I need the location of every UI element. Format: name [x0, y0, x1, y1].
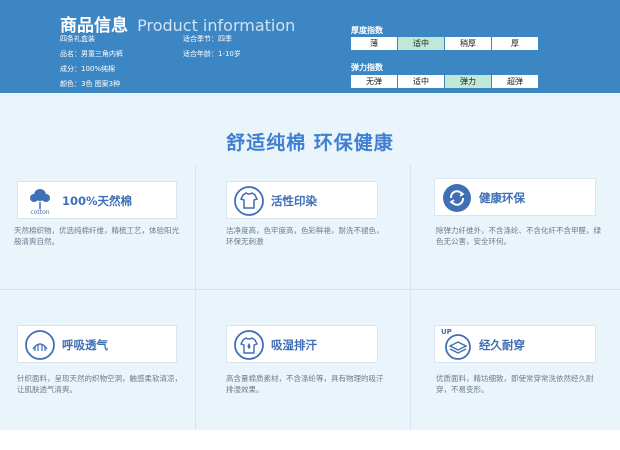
layers-icon: UP	[441, 328, 473, 361]
spec-season: 适合季节：四季	[183, 35, 232, 43]
bottom-strip	[0, 430, 620, 450]
feature-desc: 除弹力纤维外，不含涤纶、不含化纤不含甲醛，绿色无公害，安全环何。	[436, 226, 601, 246]
thickness-option: 稍厚	[445, 37, 491, 50]
feature-title: 经久耐穿	[479, 338, 525, 352]
thickness-option: 薄	[351, 37, 397, 50]
title-english: Product information	[137, 16, 296, 35]
feature-title: 健康环保	[479, 191, 525, 205]
feature-title: 100%天然棉	[62, 194, 133, 208]
cotton-icon: cotton	[24, 185, 56, 217]
feature-desc: 天然棉织物，优选纯棉纤维，精梳工艺，体验阳光般清爽自然。	[14, 226, 179, 246]
thickness-label: 厚度指数	[351, 26, 383, 35]
tshirt-icon	[233, 185, 265, 217]
feature-card-durable: UP 经久耐穿	[434, 325, 596, 363]
thickness-option: 厚	[492, 37, 538, 50]
breathable-icon	[24, 329, 56, 361]
thickness-scale: 薄适中 稍厚厚	[351, 37, 539, 50]
grid-divider-horizontal	[0, 289, 620, 290]
grid-divider-vertical-1	[195, 165, 196, 430]
moisture-icon	[233, 329, 265, 361]
recycle-icon	[441, 182, 473, 214]
spec-colors: 颜色：3色 图案3种	[60, 80, 121, 88]
thickness-option: 适中	[398, 37, 444, 50]
feature-card-eco: 健康环保	[434, 178, 596, 216]
cotton-icon-caption: cotton	[30, 209, 50, 216]
elasticity-option: 适中	[398, 75, 444, 88]
elasticity-option: 超弹	[492, 75, 538, 88]
feature-card-breathable: 呼吸透气	[17, 325, 177, 363]
product-info-header: 商品信息 Product information 四条礼盒装 适合季节：四季 品…	[0, 0, 620, 93]
layers-icon-caption: UP	[441, 328, 452, 336]
header-title: 商品信息 Product information	[60, 11, 295, 36]
elasticity-label: 弹力指数	[351, 63, 383, 72]
spec-name: 四条礼盒装	[60, 35, 95, 43]
feature-desc: 高含量棉质素材，不含涤纶等，具有物理的吸汗排湿效果。	[226, 374, 384, 394]
feature-card-cotton: cotton 100%天然棉	[17, 181, 177, 219]
feature-desc: 优质面料，精坊细致，即使常穿常洗依然经久耐穿，不易变形。	[436, 374, 594, 394]
spec-material: 成分：100%纯棉	[60, 65, 116, 73]
grid-divider-vertical-2	[410, 165, 411, 430]
spec-product: 品名：男童三角内裤	[60, 50, 123, 58]
title-chinese: 商品信息	[60, 16, 128, 36]
feature-card-moisture: 吸湿排汗	[226, 325, 378, 363]
feature-title: 呼吸透气	[62, 338, 108, 352]
elasticity-option: 无弹	[351, 75, 397, 88]
feature-title: 吸湿排汗	[271, 338, 317, 352]
headline: 舒适纯棉 环保健康	[226, 132, 394, 154]
feature-desc: 针织面料，呈现天然的织物空洞，触感柔软清凉，让肌肤透气清爽。	[17, 374, 182, 394]
feature-title: 活性印染	[271, 194, 317, 208]
spec-age: 适合年龄：1-10岁	[183, 50, 241, 58]
elasticity-scale: 无弹 适中 弹力 超弹	[351, 75, 539, 88]
feature-desc: 洁净度高，色牢度高，色彩鲜艳，耐洗不褪色，环保无刺激	[226, 226, 384, 246]
elasticity-option: 弹力	[445, 75, 491, 88]
feature-card-dyeing: 活性印染	[226, 181, 378, 219]
